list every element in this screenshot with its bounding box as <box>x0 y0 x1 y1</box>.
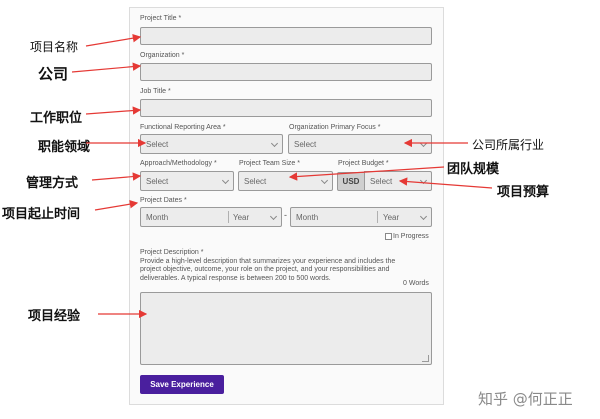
arrow-team-size <box>288 166 445 181</box>
arrow-project-budget <box>398 177 493 189</box>
arrow-project-name <box>85 34 142 47</box>
arrow-project-period <box>94 200 139 211</box>
arrow-management-style <box>91 172 142 181</box>
annotation-arrows <box>71 34 493 319</box>
arrow-job-position <box>85 106 142 115</box>
arrow-company <box>71 62 142 73</box>
